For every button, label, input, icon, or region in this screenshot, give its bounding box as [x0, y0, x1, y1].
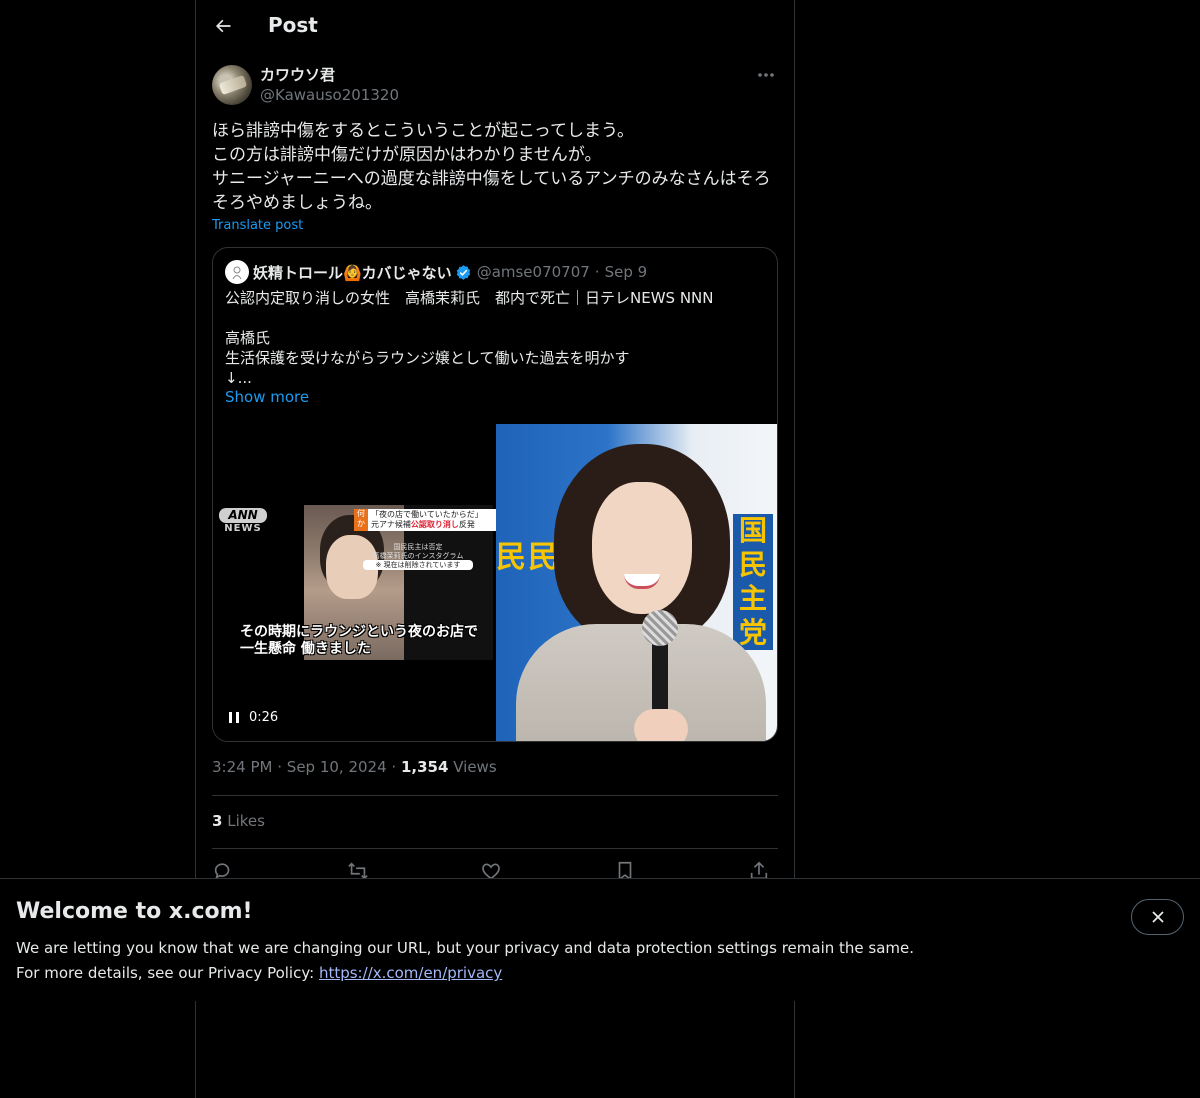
privacy-policy-link[interactable]: https://x.com/en/privacy [319, 964, 502, 982]
post-author: カワウソ君 @Kawauso201320 [212, 64, 778, 108]
separator-dot: · [594, 263, 600, 281]
quoted-media: ANN NEWS 何か 「夜の店で働いていたからだ」 元アナ候補公認取り消し反発… [213, 424, 777, 741]
ann-logo-bottom: NEWS [224, 523, 262, 534]
likes-count: 3 [212, 812, 223, 830]
quoted-text: 公認内定取り消しの女性 高橋茉莉氏 都内で死亡｜日テレNEWS NNN 高橋氏 … [225, 288, 765, 388]
fairy-avatar-icon [232, 266, 242, 280]
quoted-text-line: ↓... [225, 369, 252, 387]
banner-line2-prefix: For more details, see our Privacy Policy… [16, 964, 319, 982]
video-tag-line2-a: 元アナ候補 [371, 520, 411, 529]
video-sub-line3: ※ 現在は削除されています [363, 560, 473, 570]
banner-line1: We are letting you know that we are chan… [16, 939, 915, 957]
photo-hand [634, 709, 688, 741]
attached-photo[interactable]: 民民主 国民主党 [496, 424, 777, 741]
post-text: ほら誹謗中傷をするとこういうことが起こってしまう。 この方は誹謗中傷だけが原因か… [212, 119, 778, 215]
likes-label: Likes [227, 812, 265, 830]
video-subtitle-line2: 一生懸命 働きました [240, 641, 371, 657]
quoted-text-line [225, 308, 765, 328]
post-time[interactable]: 3:24 PM [212, 758, 272, 776]
banner-body: We are letting you know that we are chan… [16, 936, 914, 986]
divider [212, 848, 778, 849]
quoted-post-header: 妖精トロール🙆カバじゃない @amse070707 · Sep 9 [225, 260, 647, 284]
author-display-name[interactable]: カワウソ君 [260, 64, 335, 85]
close-banner-button[interactable] [1131, 899, 1184, 935]
welcome-banner: Welcome to x.com! We are letting you kno… [0, 878, 1200, 1001]
video-tag-line2: 元アナ候補公認取り消し反発 [371, 520, 505, 530]
views-label: Views [453, 758, 497, 776]
page-header: Post [196, 0, 794, 53]
video-subtitle-line1: その時期にラウンジという夜のお店で [240, 624, 478, 640]
video-duration: 0:26 [249, 710, 279, 725]
video-tag-line2-c: 反発 [458, 520, 475, 529]
banner-line2: For more details, see our Privacy Policy… [16, 961, 914, 986]
avatar[interactable] [212, 65, 252, 105]
likes-link[interactable]: 3 Likes [212, 812, 265, 830]
post-text-line: ほら誹謗中傷をするとこういうことが起こってしまう。 [212, 121, 634, 141]
photo-sign-right: 国民主党 [733, 514, 773, 650]
quoted-display-name[interactable]: 妖精トロール🙆カバじゃない [253, 262, 452, 283]
pause-button[interactable]: 0:26 [229, 710, 278, 725]
pause-icon [229, 712, 239, 723]
ann-logo-top: ANN [219, 508, 267, 523]
post-text-line: そろやめましょうね。 [212, 193, 382, 213]
banner-title: Welcome to x.com! [16, 899, 253, 924]
video-tag-line2-b: 公認取り消し [410, 520, 459, 529]
quoted-text-line: 生活保護を受けながらラウンジ嬢として働いた過去を明かす [225, 349, 630, 367]
post-meta: 3:24 PM · Sep 10, 2024 · 1,354 Views [212, 758, 497, 776]
post-text-line: サニージャーニーへの過度な誹謗中傷をしているアンチのみなさんはそろ [212, 169, 771, 189]
more-dots-icon [758, 73, 774, 77]
translate-post-link[interactable]: Translate post [212, 218, 303, 233]
quoted-text-line: 高橋氏 [225, 329, 271, 347]
ann-news-logo: ANN NEWS [219, 508, 267, 535]
video-player[interactable]: ANN NEWS 何か 「夜の店で働いていたからだ」 元アナ候補公認取り消し反発… [213, 424, 508, 741]
verified-badge-icon [456, 264, 470, 280]
video-subtitle: その時期にラウンジという夜のお店で 一生懸命 働きました [240, 624, 490, 658]
author-handle[interactable]: @Kawauso201320 [260, 86, 399, 104]
quoted-text-line: 公認内定取り消しの女性 高橋茉莉氏 都内で死亡｜日テレNEWS NNN [225, 289, 714, 307]
video-tag-line1: 「夜の店で働いていたからだ」 [371, 510, 483, 519]
quoted-avatar[interactable] [225, 260, 249, 284]
quoted-post[interactable]: 妖精トロール🙆カバじゃない @amse070707 · Sep 9 公認内定取り… [212, 247, 778, 742]
separator-dot: · [277, 758, 283, 776]
quoted-date[interactable]: Sep 9 [605, 263, 648, 281]
close-icon [1151, 911, 1164, 923]
post-date[interactable]: Sep 10, 2024 [287, 758, 387, 776]
microphone-icon [642, 610, 678, 646]
arrow-left-icon [216, 19, 231, 33]
back-button[interactable] [206, 9, 240, 43]
video-tag-prefix: 何か [357, 509, 365, 528]
views-count: 1,354 [400, 758, 449, 776]
more-options-button[interactable] [754, 64, 778, 86]
quoted-handle[interactable]: @amse070707 [477, 263, 590, 281]
divider [212, 795, 778, 796]
page-title: Post [268, 13, 318, 37]
post-text-line: この方は誹謗中傷だけが原因かはわかりませんが。 [212, 145, 602, 165]
separator-dot: · [391, 758, 397, 776]
video-caption-tag: 何か 「夜の店で働いていたからだ」 元アナ候補公認取り消し反発 [354, 509, 508, 531]
photo-face [592, 482, 692, 614]
show-more-link[interactable]: Show more [225, 388, 309, 406]
